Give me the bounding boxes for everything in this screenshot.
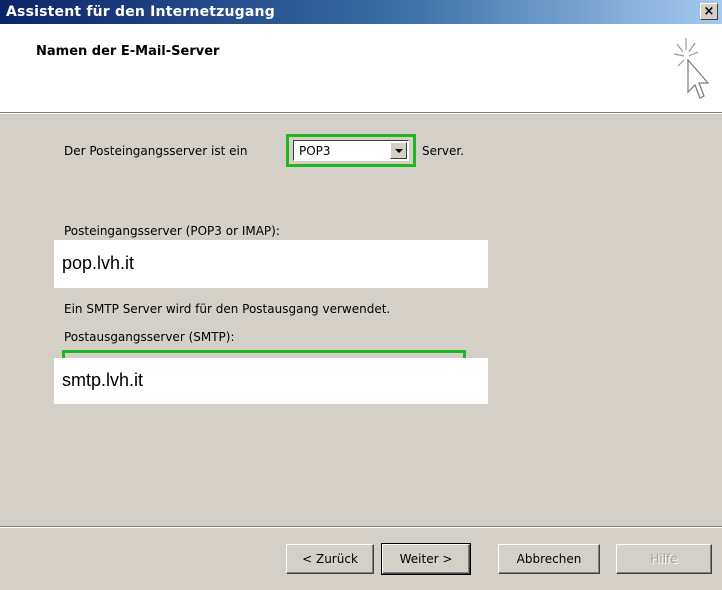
- close-button[interactable]: ×: [700, 3, 718, 20]
- outgoing-server-input[interactable]: smtp.lvh.it: [54, 358, 488, 404]
- header-separator: [0, 112, 722, 114]
- outgoing-server-label: Postausgangsserver (SMTP):: [64, 330, 235, 344]
- help-button[interactable]: Hilfe: [616, 544, 712, 574]
- window-title: Assistent für den Internetzugang: [6, 4, 275, 20]
- page-title: Namen der E-Mail-Server: [36, 44, 220, 59]
- server-type-value: POP3: [299, 144, 331, 158]
- chevron-down-icon: [394, 148, 403, 153]
- back-button[interactable]: < Zurück: [286, 544, 374, 574]
- window-title-bar[interactable]: Assistent für den Internetzugang ×: [0, 0, 722, 24]
- smtp-info-text: Ein SMTP Server wird für den Postausgang…: [64, 302, 391, 316]
- wizard-cursor-icon: [673, 38, 710, 99]
- incoming-type-label: Der Posteingangsserver ist ein: [64, 144, 248, 158]
- next-button[interactable]: Weiter >: [381, 543, 471, 575]
- incoming-server-label: Posteingangsserver (POP3 or IMAP):: [64, 224, 280, 238]
- outgoing-server-value: smtp.lvh.it: [62, 370, 144, 390]
- cancel-button[interactable]: Abbrechen: [498, 544, 600, 574]
- server-type-highlight: POP3: [286, 134, 416, 167]
- incoming-server-input[interactable]: pop.lvh.it: [54, 240, 488, 288]
- wizard-header: Namen der E-Mail-Server: [0, 24, 722, 112]
- footer-separator: [0, 526, 722, 528]
- server-suffix-label: Server.: [422, 144, 465, 158]
- dropdown-button[interactable]: [390, 142, 407, 159]
- server-type-select[interactable]: POP3: [293, 140, 409, 161]
- close-icon: ×: [703, 4, 715, 19]
- incoming-server-value: pop.lvh.it: [62, 253, 135, 273]
